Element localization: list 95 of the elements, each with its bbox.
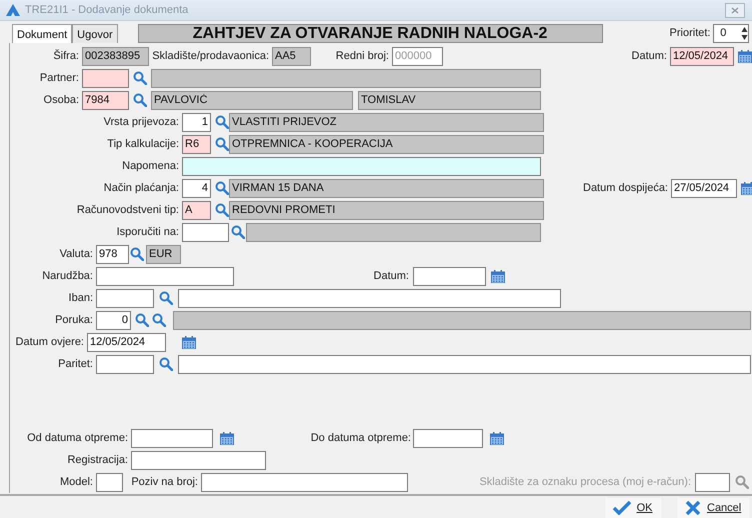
input-field[interactable]: 0 — [96, 310, 131, 330]
search-icon[interactable] — [159, 357, 173, 371]
field-label: Narudžba: — [41, 268, 93, 284]
field-label: Računovodstveni tip: — [76, 202, 179, 218]
spinner-arrows-icon[interactable] — [741, 26, 748, 41]
priority-spinner[interactable]: 0 — [713, 24, 750, 43]
input-field[interactable] — [151, 68, 541, 88]
input-field[interactable]: 27/05/2024 — [671, 178, 737, 198]
input-field[interactable] — [413, 428, 483, 448]
input-field[interactable]: R6 — [182, 134, 211, 154]
input-field[interactable] — [413, 266, 486, 286]
calendar-icon[interactable] — [490, 432, 504, 444]
field-label: Šifra: — [52, 48, 79, 64]
field-label: Osoba: — [42, 92, 79, 108]
field-label: Poziv na broj: — [130, 474, 198, 490]
calendar-icon[interactable] — [738, 50, 752, 62]
input-field[interactable]: 000000 — [392, 46, 443, 66]
cross-icon — [685, 501, 701, 515]
input-field[interactable] — [96, 288, 154, 308]
input-field[interactable] — [178, 288, 561, 308]
input-field[interactable]: OTPREMNICA - KOOPERACIJA — [229, 134, 544, 154]
field-label: Redni broj: — [334, 48, 389, 64]
field-label: Do datuma otpreme: — [310, 430, 411, 446]
calendar-icon[interactable] — [491, 270, 505, 282]
search-icon[interactable] — [231, 225, 245, 239]
input-field[interactable]: 978 — [96, 244, 129, 264]
search-icon[interactable] — [215, 203, 229, 217]
ok-button[interactable]: OK — [604, 498, 660, 518]
input-field[interactable]: AA5 — [272, 46, 311, 66]
input-field[interactable] — [96, 354, 154, 374]
input-field[interactable] — [201, 472, 408, 492]
field-label: Paritet: — [57, 356, 93, 372]
input-field[interactable] — [96, 472, 123, 492]
field-label: Skladište za oznaku procesa (moj e-račun): — [478, 474, 691, 490]
input-field[interactable] — [246, 222, 541, 242]
input-field[interactable]: 12/05/2024 — [670, 46, 734, 66]
input-field[interactable]: A — [182, 200, 211, 220]
field-label: Vrsta prijevoza: — [102, 114, 179, 130]
input-field[interactable]: 12/05/2024 — [87, 332, 166, 352]
field-label: Datum ovjere: — [14, 334, 84, 350]
field-label: Poruka: — [54, 312, 93, 328]
search-icon[interactable] — [135, 313, 149, 327]
app-logo-icon — [6, 4, 20, 16]
field-label: Način plaćanja: — [102, 180, 179, 196]
input-field[interactable] — [131, 428, 213, 448]
tab[interactable]: Ugovor — [72, 24, 118, 43]
field-label: Iban: — [68, 290, 93, 306]
calendar-icon[interactable] — [182, 336, 196, 348]
search-icon[interactable] — [215, 137, 229, 151]
cancel-button[interactable]: Cancel — [677, 498, 750, 518]
search-icon[interactable] — [133, 93, 147, 107]
input-field[interactable] — [182, 222, 229, 242]
close-icon — [730, 6, 738, 14]
input-field[interactable]: 4 — [182, 178, 211, 198]
input-field[interactable] — [182, 156, 541, 176]
search-icon[interactable] — [130, 247, 144, 261]
input-field[interactable] — [695, 472, 730, 492]
tab[interactable]: Dokument — [12, 24, 72, 43]
window-title: TRE21I1 - Dodavanje dokumenta — [25, 2, 188, 18]
checkmark-icon — [612, 501, 631, 515]
field-label: Valuta: — [58, 246, 93, 262]
search-icon[interactable] — [215, 181, 229, 195]
calendar-icon[interactable] — [220, 432, 234, 444]
search-icon[interactable] — [133, 71, 147, 85]
input-field[interactable] — [131, 450, 266, 470]
field-label: Prioritet: — [670, 26, 710, 41]
form-heading: ZAHTJEV ZA OTVARANJE RADNIH NALOGA-2 — [138, 24, 603, 43]
field-label: Tip kalkulacije: — [106, 136, 179, 152]
search-icon[interactable] — [159, 291, 173, 305]
close-button[interactable] — [724, 2, 744, 18]
input-field[interactable]: 1 — [182, 112, 211, 132]
field-label: Od datuma otpreme: — [26, 430, 128, 446]
input-field[interactable]: TOMISLAV — [358, 90, 541, 110]
field-label: Skladište/prodavaonica: — [151, 48, 269, 64]
search-icon[interactable] — [215, 115, 229, 129]
input-field[interactable] — [178, 354, 751, 374]
input-field[interactable]: REDOVNI PROMETI — [229, 200, 544, 220]
input-field[interactable] — [96, 266, 234, 286]
field-label: Napomena: — [121, 158, 179, 174]
input-field[interactable]: 002383895 — [82, 46, 149, 66]
search-icon[interactable] — [152, 313, 166, 327]
input-field[interactable]: 7984 — [82, 90, 129, 110]
field-label: Datum: — [630, 48, 667, 64]
input-field[interactable] — [173, 310, 751, 330]
field-label: Datum: — [372, 268, 409, 284]
input-field[interactable]: VLASTITI PRIJEVOZ — [229, 112, 544, 132]
field-label: Partner: — [38, 70, 79, 86]
input-field[interactable]: VIRMAN 15 DANA — [229, 178, 544, 198]
field-label: Registracija: — [66, 452, 128, 468]
input-field[interactable] — [82, 68, 129, 88]
input-field[interactable]: EUR — [146, 244, 181, 264]
field-label: Datum dospijeća: — [582, 180, 668, 196]
field-label: Model: — [58, 474, 93, 490]
field-label: Isporučiti na: — [116, 224, 179, 240]
calendar-icon[interactable] — [741, 182, 752, 194]
